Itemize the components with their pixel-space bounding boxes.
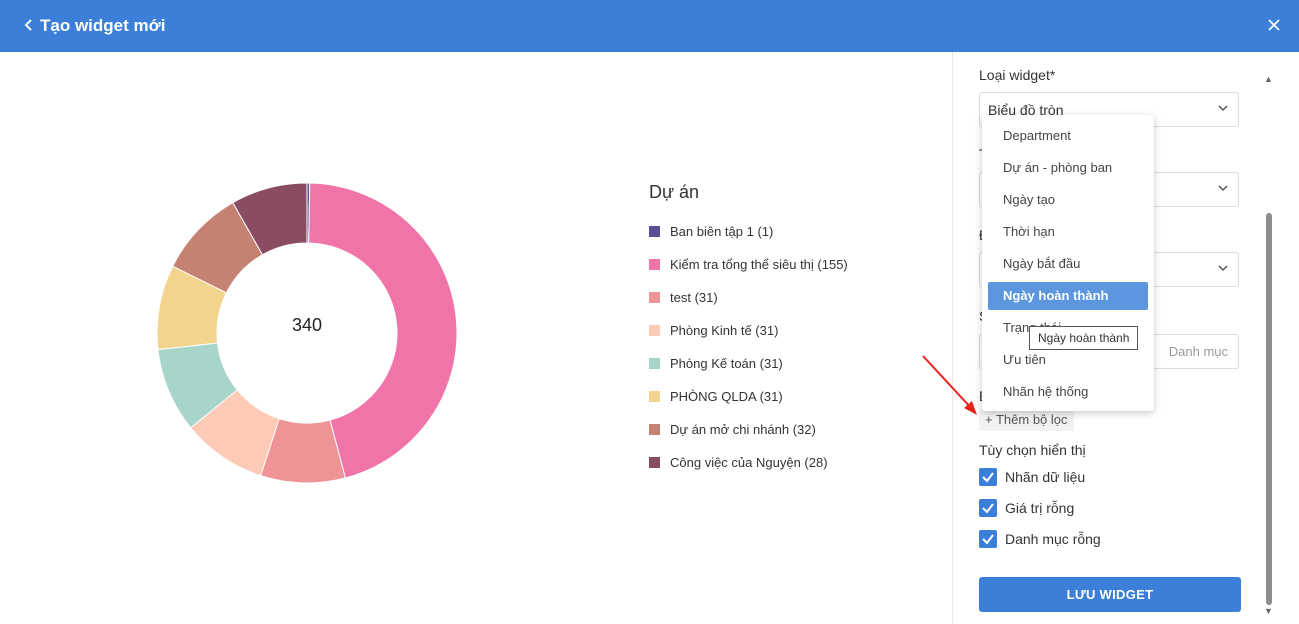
save-widget-button[interactable]: LƯU WIDGET xyxy=(979,577,1241,612)
legend-swatch xyxy=(649,226,660,237)
chevron-down-icon xyxy=(1218,102,1228,116)
legend-swatch xyxy=(649,424,660,435)
annotation-arrow-icon xyxy=(922,355,977,415)
legend-item[interactable]: Phòng Kinh tế (31) xyxy=(649,314,848,347)
option-data-labels[interactable]: Nhãn dữ liệu xyxy=(979,468,1085,486)
add-filter-label: Thêm bộ lọc xyxy=(995,412,1068,427)
option-empty-values[interactable]: Giá trị rỗng xyxy=(979,499,1074,517)
legend-swatch xyxy=(649,391,660,402)
legend-label: PHÒNG QLDA (31) xyxy=(670,389,783,404)
chevron-down-icon xyxy=(1218,262,1228,276)
legend-item[interactable]: Kiểm tra tổng thể siêu thị (155) xyxy=(649,248,848,281)
option-label: Nhãn dữ liệu xyxy=(1005,469,1086,485)
legend-item[interactable]: Công việc của Nguyện (28) xyxy=(649,446,848,479)
display-options-title: Tùy chọn hiển thị xyxy=(979,442,1086,458)
option-empty-categories[interactable]: Danh mục rỗng xyxy=(979,530,1101,548)
chart-legend: Dự án Ban biên tập 1 (1) Kiểm tra tổng th… xyxy=(649,182,848,479)
checkbox-checked-icon[interactable] xyxy=(979,468,997,486)
legend-item[interactable]: test (31) xyxy=(649,281,848,314)
dropdown-item[interactable]: Ngày bắt đầu xyxy=(988,250,1148,278)
chart-area: 340 Dự án Ban biên tập 1 (1) Kiểm tra tổn… xyxy=(0,52,952,624)
legend-label: Dự án mở chi nhánh (32) xyxy=(670,422,816,437)
add-filter-button[interactable]: + Thêm bộ lọc xyxy=(979,409,1074,431)
dropdown-item[interactable]: Ưu tiên xyxy=(988,346,1148,374)
dropdown-item[interactable]: Nhãn hệ thống xyxy=(988,378,1148,406)
dropdown-item[interactable]: Department xyxy=(988,122,1148,150)
dialog-header: Tạo widget mới xyxy=(0,0,1299,52)
scrollbar-thumb[interactable] xyxy=(1266,213,1272,605)
category-placeholder: Danh mục xyxy=(1168,344,1228,359)
dropdown-item-selected[interactable]: Ngày hoàn thành xyxy=(988,282,1148,310)
legend-item[interactable]: Phòng Kế toán (31) xyxy=(649,347,848,380)
chevron-left-icon[interactable] xyxy=(22,15,36,35)
dropdown-item[interactable]: Ngày tạo xyxy=(988,186,1148,214)
legend-title: Dự án xyxy=(649,182,700,202)
legend-label: test (31) xyxy=(670,290,718,305)
field-dropdown-menu: Department Dự án - phòng ban Ngày tạo Th… xyxy=(982,115,1154,411)
dropdown-item[interactable]: Thời hạn xyxy=(988,218,1148,246)
legend-label: Ban biên tập 1 (1) xyxy=(670,224,774,239)
chart-total: 340 xyxy=(291,315,323,335)
legend-swatch xyxy=(649,325,660,336)
dropdown-item[interactable]: Dự án - phòng ban xyxy=(988,154,1148,182)
legend-label: Phòng Kinh tế (31) xyxy=(670,323,779,338)
legend-swatch xyxy=(649,457,660,468)
legend-swatch xyxy=(649,259,660,270)
legend-item[interactable]: PHÒNG QLDA (31) xyxy=(649,380,848,413)
close-icon[interactable] xyxy=(1267,14,1281,41)
legend-label: Kiểm tra tổng thể siêu thị (155) xyxy=(670,257,848,272)
checkbox-checked-icon[interactable] xyxy=(979,499,997,517)
legend-item[interactable]: Ban biên tập 1 (1) xyxy=(649,215,848,248)
donut-chart xyxy=(156,182,458,484)
dropdown-tooltip: Ngày hoàn thành xyxy=(1029,326,1139,350)
checkbox-checked-icon[interactable] xyxy=(979,530,997,548)
chevron-down-icon xyxy=(1218,182,1228,196)
scroll-up-icon[interactable]: ▲ xyxy=(1264,74,1273,84)
legend-item[interactable]: Dự án mở chi nhánh (32) xyxy=(649,413,848,446)
option-label: Giá trị rỗng xyxy=(1005,500,1075,516)
legend-label: Phòng Kế toán (31) xyxy=(670,356,783,371)
panel-scrollbar[interactable]: ▲ ▼ xyxy=(1262,68,1274,624)
legend-swatch xyxy=(649,358,660,369)
scroll-down-icon[interactable]: ▼ xyxy=(1264,606,1273,616)
dialog-title: Tạo widget mới xyxy=(40,16,166,35)
legend-swatch xyxy=(649,292,660,303)
plus-icon: + xyxy=(985,412,993,427)
option-label: Danh mục rỗng xyxy=(1005,531,1101,547)
widget-type-label: Loại widget* xyxy=(979,67,1056,83)
legend-label: Công việc của Nguyện (28) xyxy=(670,455,828,470)
